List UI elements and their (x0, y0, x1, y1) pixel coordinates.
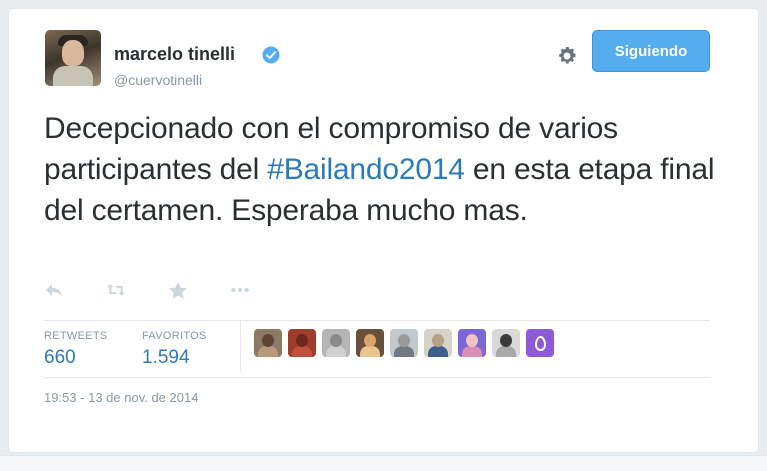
retweet-icon (106, 284, 126, 296)
favoriter-avatar-body (326, 346, 346, 357)
favorite-button[interactable] (168, 280, 188, 300)
favoriter-avatar-head (398, 334, 410, 347)
favoriter-avatar[interactable] (458, 329, 486, 357)
favoriter-avatar[interactable] (254, 329, 282, 357)
reply-button[interactable] (44, 280, 64, 300)
favorites-count: 1.594 (142, 347, 190, 368)
gear-icon[interactable] (556, 45, 578, 67)
favoriter-avatar[interactable] (322, 329, 350, 357)
favoriter-avatar-head (364, 334, 376, 347)
favoriter-avatar[interactable] (390, 329, 418, 357)
user-name[interactable]: marcelo tinelli (114, 44, 235, 65)
tweet-timestamp[interactable]: 19:53 - 13 de nov. de 2014 (44, 390, 198, 405)
stats-top-divider (44, 320, 710, 321)
favoriter-avatar-body (462, 346, 482, 357)
favoriter-avatar-body (496, 346, 516, 357)
favoriter-avatar-body (258, 346, 278, 357)
favoriter-avatar-head (432, 334, 444, 347)
retweet-button[interactable] (106, 280, 126, 300)
favoriter-avatar-body (292, 346, 312, 357)
favoriter-avatar-body (394, 346, 414, 357)
favoriter-avatar-body (428, 346, 448, 357)
retweets-label: RETWEETS (44, 330, 108, 342)
favoriter-avatar[interactable] (492, 329, 520, 357)
favoriter-avatar[interactable] (424, 329, 452, 357)
following-button[interactable]: Siguiendo (592, 30, 710, 72)
user-avatar[interactable] (45, 30, 101, 86)
stats-bottom-divider (44, 377, 710, 378)
favoriter-avatar[interactable] (288, 329, 316, 357)
user-handle[interactable]: @cuervotinelli (114, 72, 202, 88)
hashtag-link[interactable]: #Bailando2014 (267, 153, 465, 186)
reply-icon (46, 284, 62, 296)
more-button[interactable] (230, 280, 250, 300)
egg-icon (534, 335, 546, 351)
retweets-stat[interactable]: RETWEETS 660 (44, 330, 108, 369)
favorites-stat[interactable]: FAVORITOS 1.594 (142, 330, 207, 369)
more-favoriters-button[interactable] (526, 329, 554, 357)
favoriter-avatar-head (296, 334, 308, 347)
favoriter-avatar-head (466, 334, 478, 347)
favoriter-avatar-head (262, 334, 274, 347)
verified-badge-icon (262, 46, 280, 64)
avatar-shirt (53, 66, 93, 86)
favoriter-avatar-head (500, 334, 512, 347)
favoriter-avatar-body (360, 346, 380, 357)
favorite-icon (169, 281, 187, 299)
tweet-actions (44, 280, 292, 300)
retweets-count: 660 (44, 347, 76, 368)
tweet-text: Decepcionado con el compromiso de varios… (44, 108, 724, 231)
stats-separator (240, 320, 241, 372)
favorites-label: FAVORITOS (142, 330, 207, 342)
favoriter-avatar-head (330, 334, 342, 347)
avatar-face (62, 40, 84, 66)
more-icon (231, 287, 249, 293)
page-footer-strip (0, 455, 767, 471)
favoriter-avatar[interactable] (356, 329, 384, 357)
favoriters-list (254, 329, 560, 357)
